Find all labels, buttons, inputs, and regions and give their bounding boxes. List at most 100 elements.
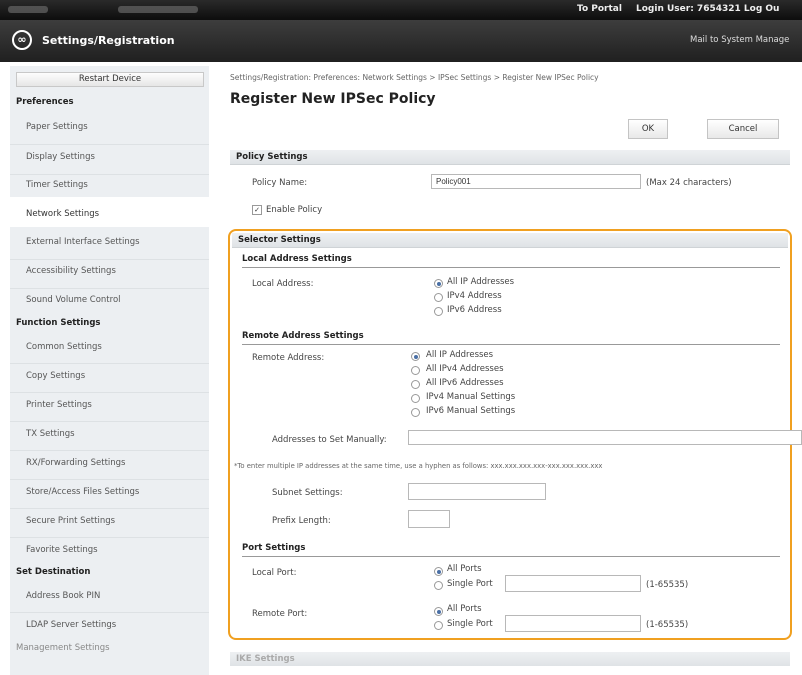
divider [10,259,209,260]
remote-all-ip-label: All IP Addresses [426,350,494,360]
prefix-length-input[interactable] [408,510,450,528]
local-ipv4-label: IPv4 Address [447,291,502,301]
local-single-port-input[interactable] [505,575,641,592]
top-bar: To Portal Login User: 7654321 Log Ou [0,0,802,20]
remote-all-ipv4-label: All IPv4 Addresses [426,364,504,374]
remote-ipv6-manual-radio[interactable] [411,408,420,417]
local-all-ports-radio[interactable] [434,567,443,576]
remote-all-ipv4-radio[interactable] [411,366,420,375]
restart-device-button[interactable]: Restart Device [16,72,204,87]
sidebar-item-external-interface[interactable]: External Interface Settings [26,237,140,247]
sidebar-item-copy[interactable]: Copy Settings [26,371,85,381]
blurred-device-name [8,6,48,13]
divider [10,508,209,509]
sidebar-section-function: Function Settings [16,318,101,328]
local-ipv6-radio[interactable] [434,307,443,316]
local-ipv6-label: IPv6 Address [447,305,502,315]
mail-to-manager-link[interactable]: Mail to System Manage [690,35,789,45]
sidebar-item-ldap[interactable]: LDAP Server Settings [26,620,116,630]
enable-policy-checkbox[interactable]: ✓ [252,205,262,215]
login-user[interactable]: Login User: 7654321 Log Ou [636,4,779,14]
sidebar-item-store-access[interactable]: Store/Access Files Settings [26,487,139,497]
remote-port-range: (1-65535) [646,620,689,630]
remote-port-label: Remote Port: [252,609,308,619]
prefix-length-label: Prefix Length: [272,516,331,526]
policy-name-label: Policy Name: [252,178,308,188]
remote-single-port-radio[interactable] [434,621,443,630]
local-all-ip-label: All IP Addresses [447,277,515,287]
divider [10,363,209,364]
remote-single-port-label: Single Port [447,619,493,629]
local-all-ip-radio[interactable] [434,279,443,288]
sidebar-item-secure-print[interactable]: Secure Print Settings [26,516,115,526]
policy-name-input[interactable] [431,174,641,189]
sidebar-item-network-selected[interactable]: Network Settings [10,197,209,227]
remote-address-label: Remote Address: [252,353,325,363]
divider [242,267,780,268]
local-port-range: (1-65535) [646,580,689,590]
enable-policy-label: Enable Policy [266,205,323,215]
sidebar-item-timer[interactable]: Timer Settings [26,180,88,190]
divider [10,144,209,145]
manual-addresses-input[interactable] [408,430,802,445]
divider [10,174,209,175]
local-address-settings-header: Local Address Settings [242,254,352,264]
title-bar: ∞ Settings/Registration Mail to System M… [0,20,802,62]
ike-settings-header: IKE Settings [230,652,790,666]
divider [10,479,209,480]
local-port-label: Local Port: [252,568,297,578]
multiple-ip-note: *To enter multiple IP addresses at the s… [234,462,603,470]
ok-button[interactable]: OK [628,119,668,139]
remote-ipv4-manual-label: IPv4 Manual Settings [426,392,516,402]
sidebar-item-address-book-pin[interactable]: Address Book PIN [26,591,100,601]
sidebar-item-display[interactable]: Display Settings [26,152,95,162]
app-title: Settings/Registration [42,34,175,47]
sidebar: Restart Device Preferences Paper Setting… [10,66,209,675]
settings-logo-icon: ∞ [12,30,32,50]
sidebar-item-rx-forwarding[interactable]: RX/Forwarding Settings [26,458,126,468]
remote-single-port-input[interactable] [505,615,641,632]
divider [10,537,209,538]
cancel-button[interactable]: Cancel [707,119,779,139]
blurred-device-address [118,6,198,13]
sidebar-section-destination: Set Destination [16,567,91,577]
portal-link[interactable]: To Portal [577,4,622,14]
sidebar-item-tx[interactable]: TX Settings [26,429,75,439]
page-title: Register New IPSec Policy [230,91,436,107]
sidebar-item-printer[interactable]: Printer Settings [26,400,92,410]
selector-settings-header: Selector Settings [232,233,788,248]
policy-settings-header: Policy Settings [230,150,790,165]
divider [10,612,209,613]
manual-addresses-label: Addresses to Set Manually: [272,435,387,445]
sidebar-section-preferences: Preferences [16,97,74,107]
local-single-port-label: Single Port [447,579,493,589]
sidebar-item-common[interactable]: Common Settings [26,342,102,352]
sidebar-item-accessibility[interactable]: Accessibility Settings [26,266,116,276]
sidebar-item-paper[interactable]: Paper Settings [26,122,88,132]
remote-address-settings-header: Remote Address Settings [242,331,364,341]
sidebar-item-sound-volume[interactable]: Sound Volume Control [26,295,121,305]
remote-all-ipv6-label: All IPv6 Addresses [426,378,504,388]
subnet-settings-input[interactable] [408,483,546,500]
local-single-port-radio[interactable] [434,581,443,590]
local-all-ports-label: All Ports [447,564,482,574]
remote-all-ip-radio[interactable] [411,352,420,361]
port-settings-header: Port Settings [242,543,306,553]
divider [10,450,209,451]
subnet-settings-label: Subnet Settings: [272,488,343,498]
remote-all-ipv6-radio[interactable] [411,380,420,389]
remote-all-ports-label: All Ports [447,604,482,614]
remote-ipv6-manual-label: IPv6 Manual Settings [426,406,516,416]
remote-all-ports-radio[interactable] [434,607,443,616]
divider [242,556,780,557]
divider [10,421,209,422]
sidebar-section-management[interactable]: Management Settings [16,643,110,653]
sidebar-item-network[interactable]: Network Settings [26,209,99,219]
sidebar-item-favorite[interactable]: Favorite Settings [26,545,98,555]
breadcrumb: Settings/Registration: Preferences: Netw… [230,73,599,82]
local-address-label: Local Address: [252,279,314,289]
divider [242,344,780,345]
local-ipv4-radio[interactable] [434,293,443,302]
divider [10,288,209,289]
remote-ipv4-manual-radio[interactable] [411,394,420,403]
